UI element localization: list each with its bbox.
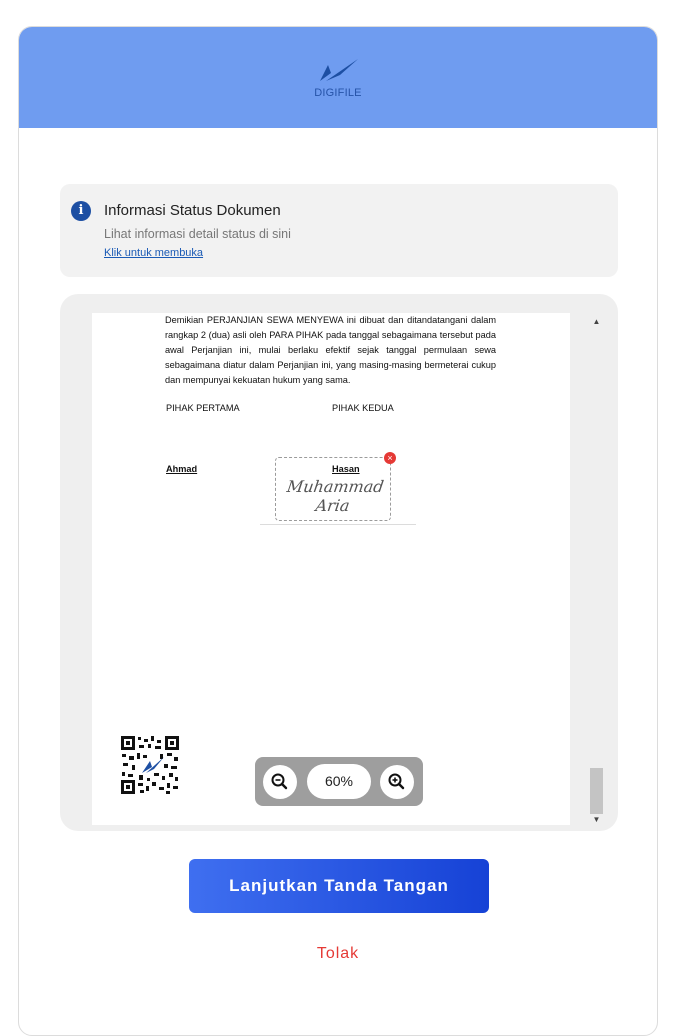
zoom-out-button[interactable] [263, 765, 297, 799]
document-paragraph: Demikian PERJANJIAN SEWA MENYEWA ini dib… [165, 315, 496, 385]
scroll-up-icon[interactable]: ▲ [589, 317, 604, 326]
signature-image: Muhammad Aria [285, 477, 385, 515]
header: DIGIFILE [19, 27, 657, 128]
scroll-down-icon[interactable]: ▼ [589, 815, 604, 824]
signature-line [260, 524, 416, 525]
scroll-thumb[interactable] [590, 768, 603, 814]
qr-code-icon [120, 735, 180, 795]
info-status-box: i Informasi Status Dokumen Lihat informa… [60, 184, 618, 277]
party-first-name: Ahmad [166, 464, 198, 474]
brand-name: DIGIFILE [314, 87, 362, 99]
document-page: Demikian PERJANJIAN SEWA MENYEWA ini dib… [92, 313, 570, 825]
info-icon: i [71, 201, 91, 221]
zoom-in-icon [388, 773, 405, 790]
party-second-label: PIHAK KEDUA [332, 403, 394, 413]
continue-signing-button[interactable]: Lanjutkan Tanda Tangan [189, 859, 489, 913]
digifile-logo-icon [320, 59, 358, 81]
zoom-in-button[interactable] [380, 765, 414, 799]
info-title: Informasi Status Dokumen [104, 202, 281, 219]
info-subtitle: Lihat informasi detail status di sini [104, 227, 291, 241]
zoom-level: 60% [307, 764, 371, 799]
zoom-controls: 60% [255, 757, 423, 806]
info-open-link[interactable]: Klik untuk membuka [104, 247, 203, 259]
remove-signature-icon[interactable]: × [384, 452, 396, 464]
party-first-label: PIHAK PERTAMA [166, 403, 240, 413]
sign-card: DIGIFILE i Informasi Status Dokumen Liha… [18, 26, 658, 1036]
document-scrollbar[interactable]: ▲ ▼ [589, 313, 604, 825]
reject-button[interactable]: Tolak [19, 945, 657, 963]
document-viewer[interactable]: Demikian PERJANJIAN SEWA MENYEWA ini dib… [60, 294, 618, 831]
zoom-out-icon [271, 773, 288, 790]
